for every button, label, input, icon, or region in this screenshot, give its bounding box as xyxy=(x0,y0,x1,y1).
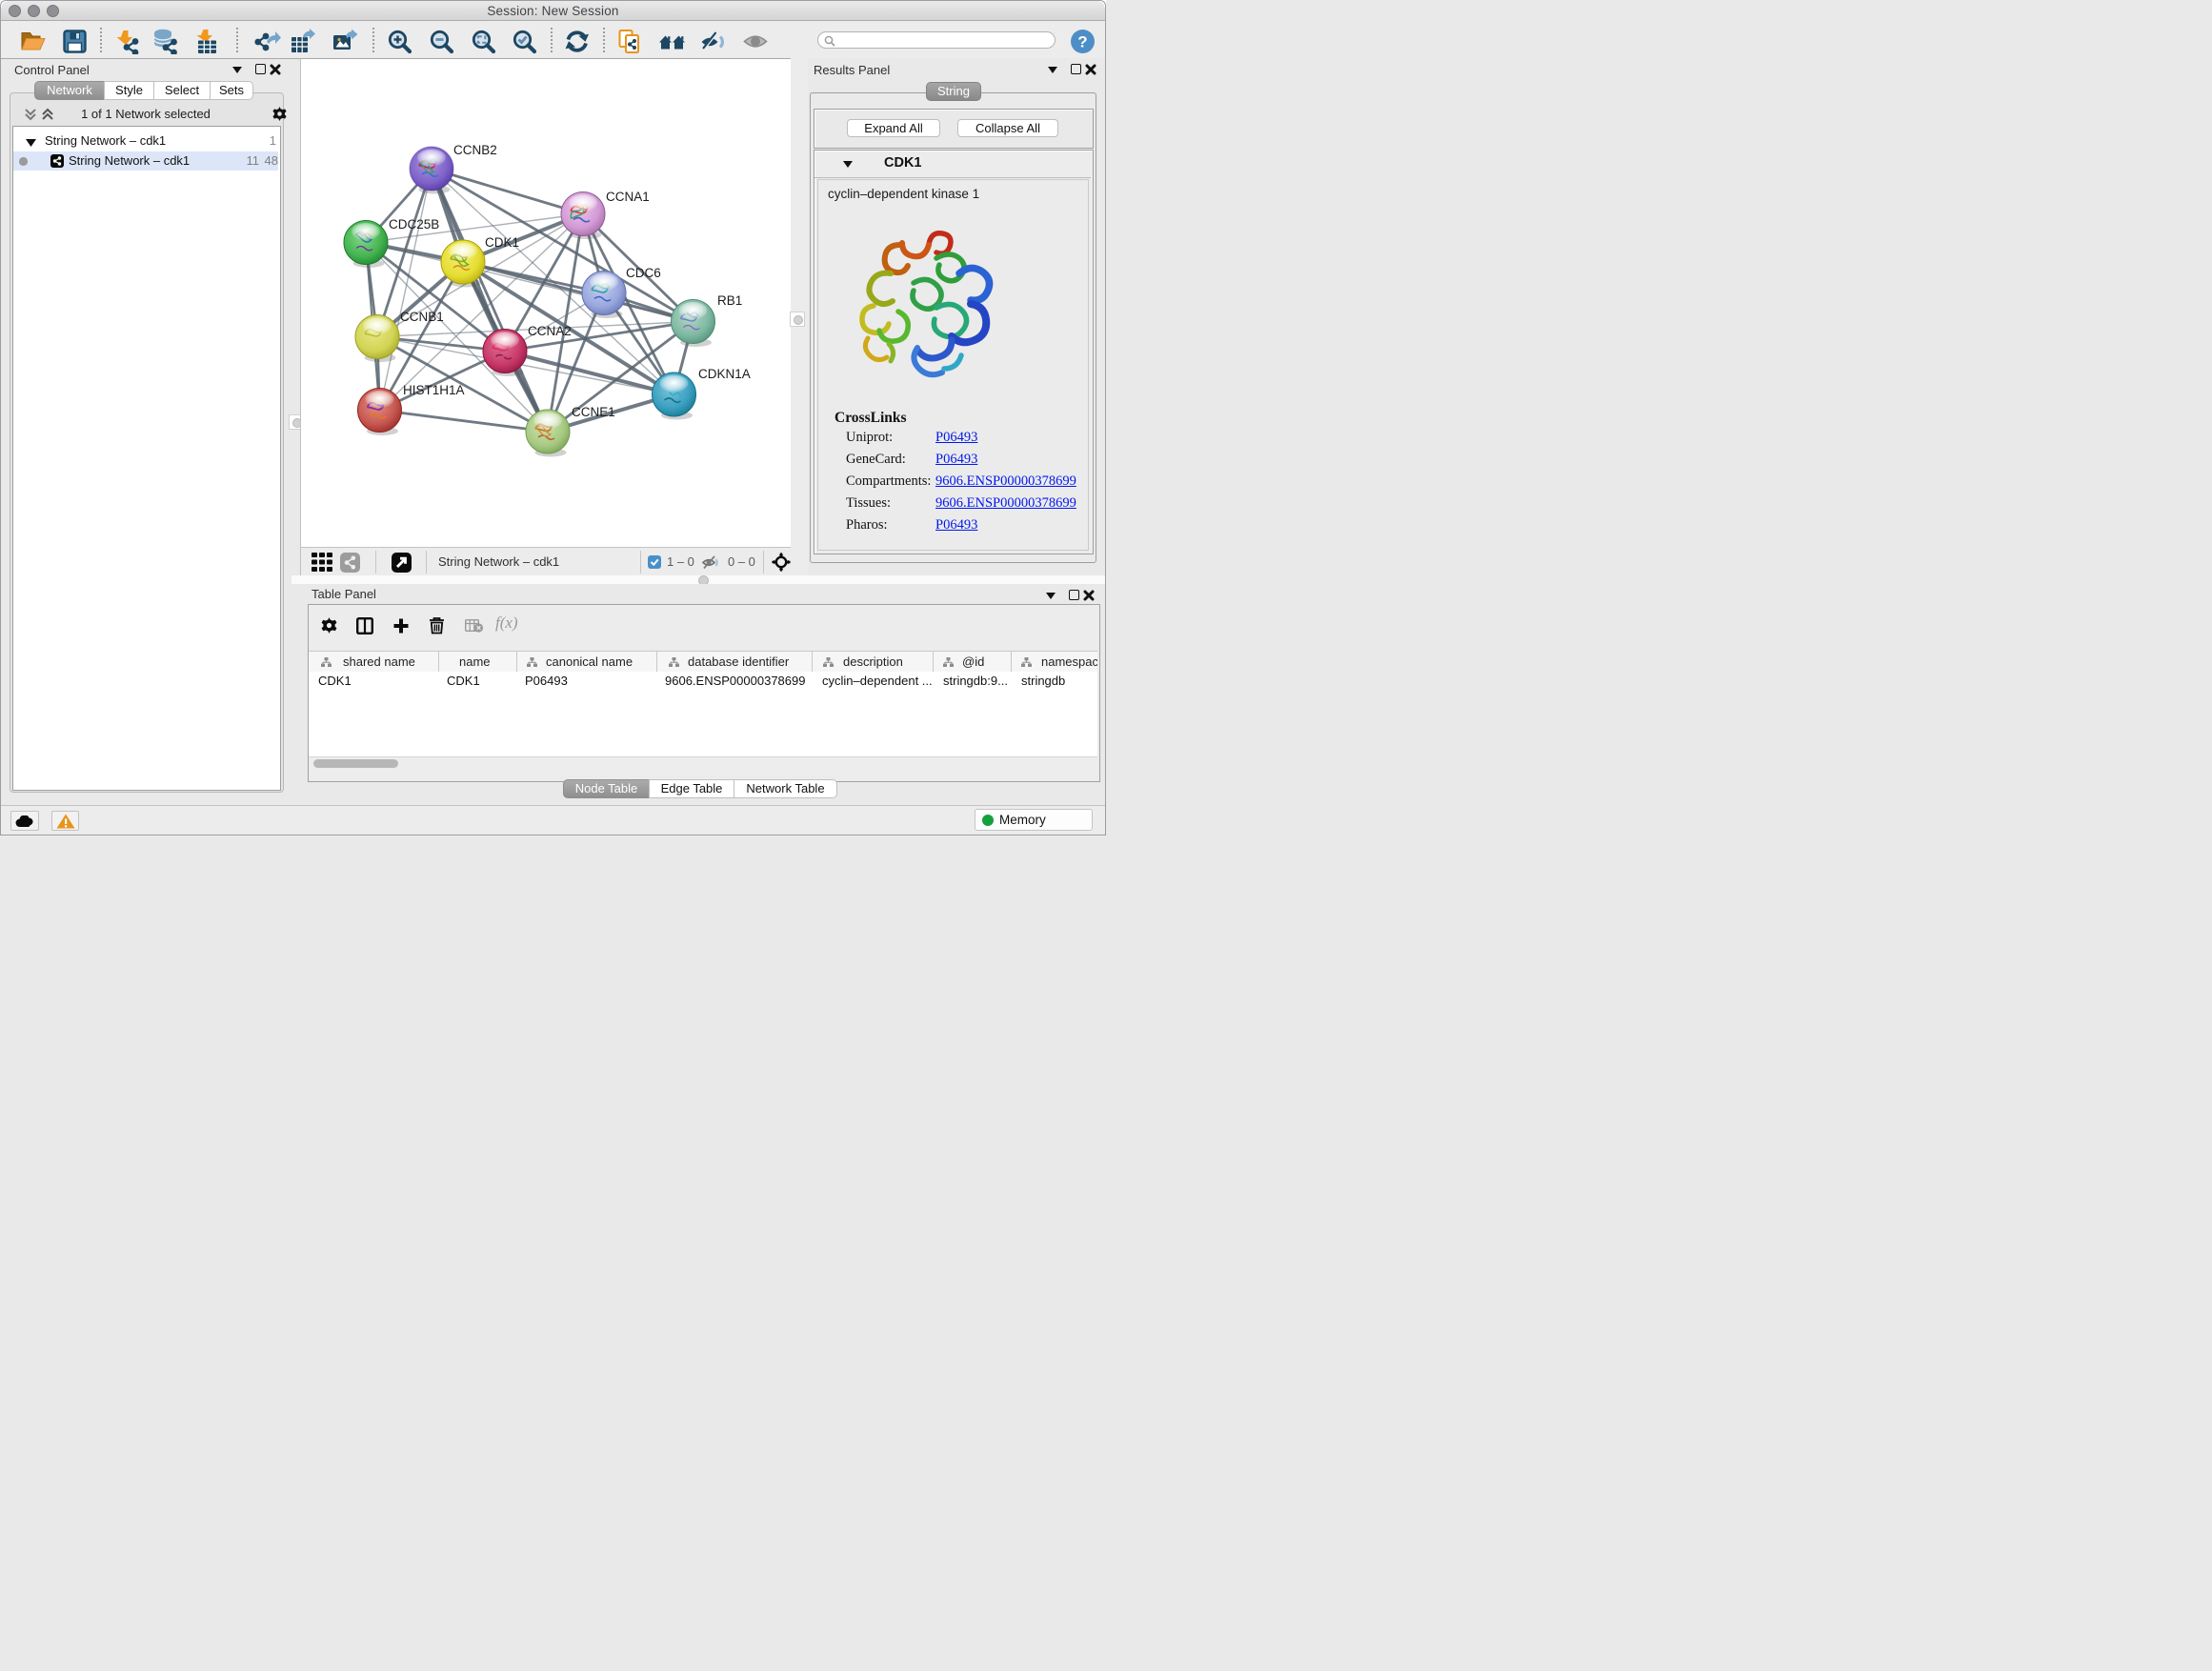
svg-text:CDK1: CDK1 xyxy=(485,235,519,250)
svg-text:RB1: RB1 xyxy=(717,293,742,308)
svg-text:HIST1H1A: HIST1H1A xyxy=(403,383,465,397)
svg-text:CCNB2: CCNB2 xyxy=(453,143,497,157)
svg-text:CCNA2: CCNA2 xyxy=(528,324,572,338)
svg-text:CCNB1: CCNB1 xyxy=(400,310,444,324)
svg-text:CDKN1A: CDKN1A xyxy=(698,367,751,381)
svg-text:CCNE1: CCNE1 xyxy=(572,405,615,419)
svg-text:?: ? xyxy=(1077,33,1087,51)
svg-text:CDC25B: CDC25B xyxy=(389,217,439,232)
svg-text:CCNA1: CCNA1 xyxy=(606,190,650,204)
svg-text:CDC6: CDC6 xyxy=(626,266,661,280)
